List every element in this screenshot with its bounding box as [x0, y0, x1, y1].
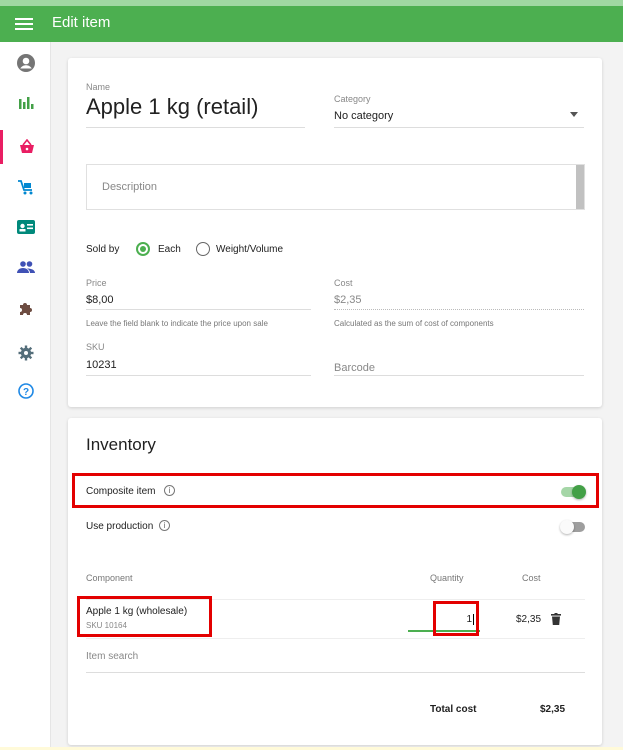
- price-label: Price: [86, 278, 107, 288]
- focus-underline: [408, 630, 436, 632]
- account-circle-icon[interactable]: [0, 46, 51, 80]
- page-title: Edit item: [52, 14, 111, 31]
- help-icon[interactable]: ?: [0, 374, 51, 408]
- puzzle-icon[interactable]: [0, 292, 51, 326]
- trash-icon[interactable]: [551, 613, 561, 625]
- customer-card-icon[interactable]: [0, 210, 51, 244]
- col-component: Component: [86, 573, 133, 583]
- production-label: Use production: [86, 521, 154, 532]
- description-field[interactable]: Description: [86, 164, 585, 210]
- price-value: $8,00: [86, 294, 114, 306]
- highlight-quantity: [433, 601, 479, 636]
- total-cost-value: $2,35: [540, 704, 566, 715]
- category-label: Category: [334, 94, 371, 104]
- name-label: Name: [86, 82, 111, 92]
- gear-icon[interactable]: [0, 336, 51, 370]
- sku-value: 10231: [86, 359, 117, 371]
- price-input[interactable]: $8,00: [86, 290, 311, 310]
- info-icon[interactable]: i: [159, 520, 170, 531]
- production-toggle[interactable]: [560, 520, 585, 534]
- highlight-composite-item: [72, 473, 599, 508]
- name-value: Apple 1 kg (retail): [86, 94, 259, 119]
- radio-each[interactable]: [136, 242, 150, 256]
- description-placeholder: Description: [102, 181, 158, 193]
- radio-weight[interactable]: [196, 242, 210, 256]
- cart-icon[interactable]: [0, 170, 51, 204]
- price-hint: Leave the field blank to indicate the pr…: [86, 319, 268, 328]
- category-select[interactable]: No category: [334, 106, 584, 128]
- radio-each-label: Each: [158, 244, 181, 255]
- bar-chart-icon[interactable]: [0, 86, 51, 120]
- inventory-card: Inventory Composite item i Use productio…: [68, 418, 602, 745]
- people-icon[interactable]: [0, 250, 51, 284]
- basket-icon[interactable]: [0, 130, 51, 164]
- cost-label: Cost: [334, 278, 353, 288]
- chevron-down-icon: [570, 112, 578, 117]
- menu-icon[interactable]: [15, 15, 33, 33]
- category-value: No category: [334, 110, 394, 122]
- component-cost: $2,35: [516, 614, 542, 625]
- sku-label: SKU: [86, 342, 105, 352]
- cost-value: $2,35: [334, 294, 362, 306]
- app-bar: Edit item: [0, 0, 623, 42]
- item-search-input[interactable]: Item search: [86, 646, 585, 673]
- item-card: Name Apple 1 kg (retail) Category No cat…: [68, 58, 602, 407]
- col-cost: Cost: [522, 573, 541, 583]
- name-field[interactable]: Apple 1 kg (retail): [86, 94, 305, 128]
- sold-by-label: Sold by: [86, 244, 120, 255]
- radio-weight-label: Weight/Volume: [216, 244, 284, 255]
- svg-text:?: ?: [22, 387, 28, 398]
- barcode-placeholder: Barcode: [334, 362, 375, 374]
- item-search-placeholder: Item search: [86, 651, 139, 662]
- scrollbar[interactable]: [576, 165, 584, 209]
- col-quantity: Quantity: [430, 573, 464, 583]
- total-cost-label: Total cost: [430, 704, 477, 715]
- cost-hint: Calculated as the sum of cost of compone…: [334, 319, 494, 328]
- inventory-title: Inventory: [86, 435, 156, 454]
- barcode-input[interactable]: Barcode: [334, 358, 584, 376]
- sku-input[interactable]: 10231: [86, 355, 311, 376]
- cost-field: $2,35: [334, 290, 584, 310]
- sidebar: ?: [0, 42, 51, 750]
- highlight-component: [77, 596, 212, 637]
